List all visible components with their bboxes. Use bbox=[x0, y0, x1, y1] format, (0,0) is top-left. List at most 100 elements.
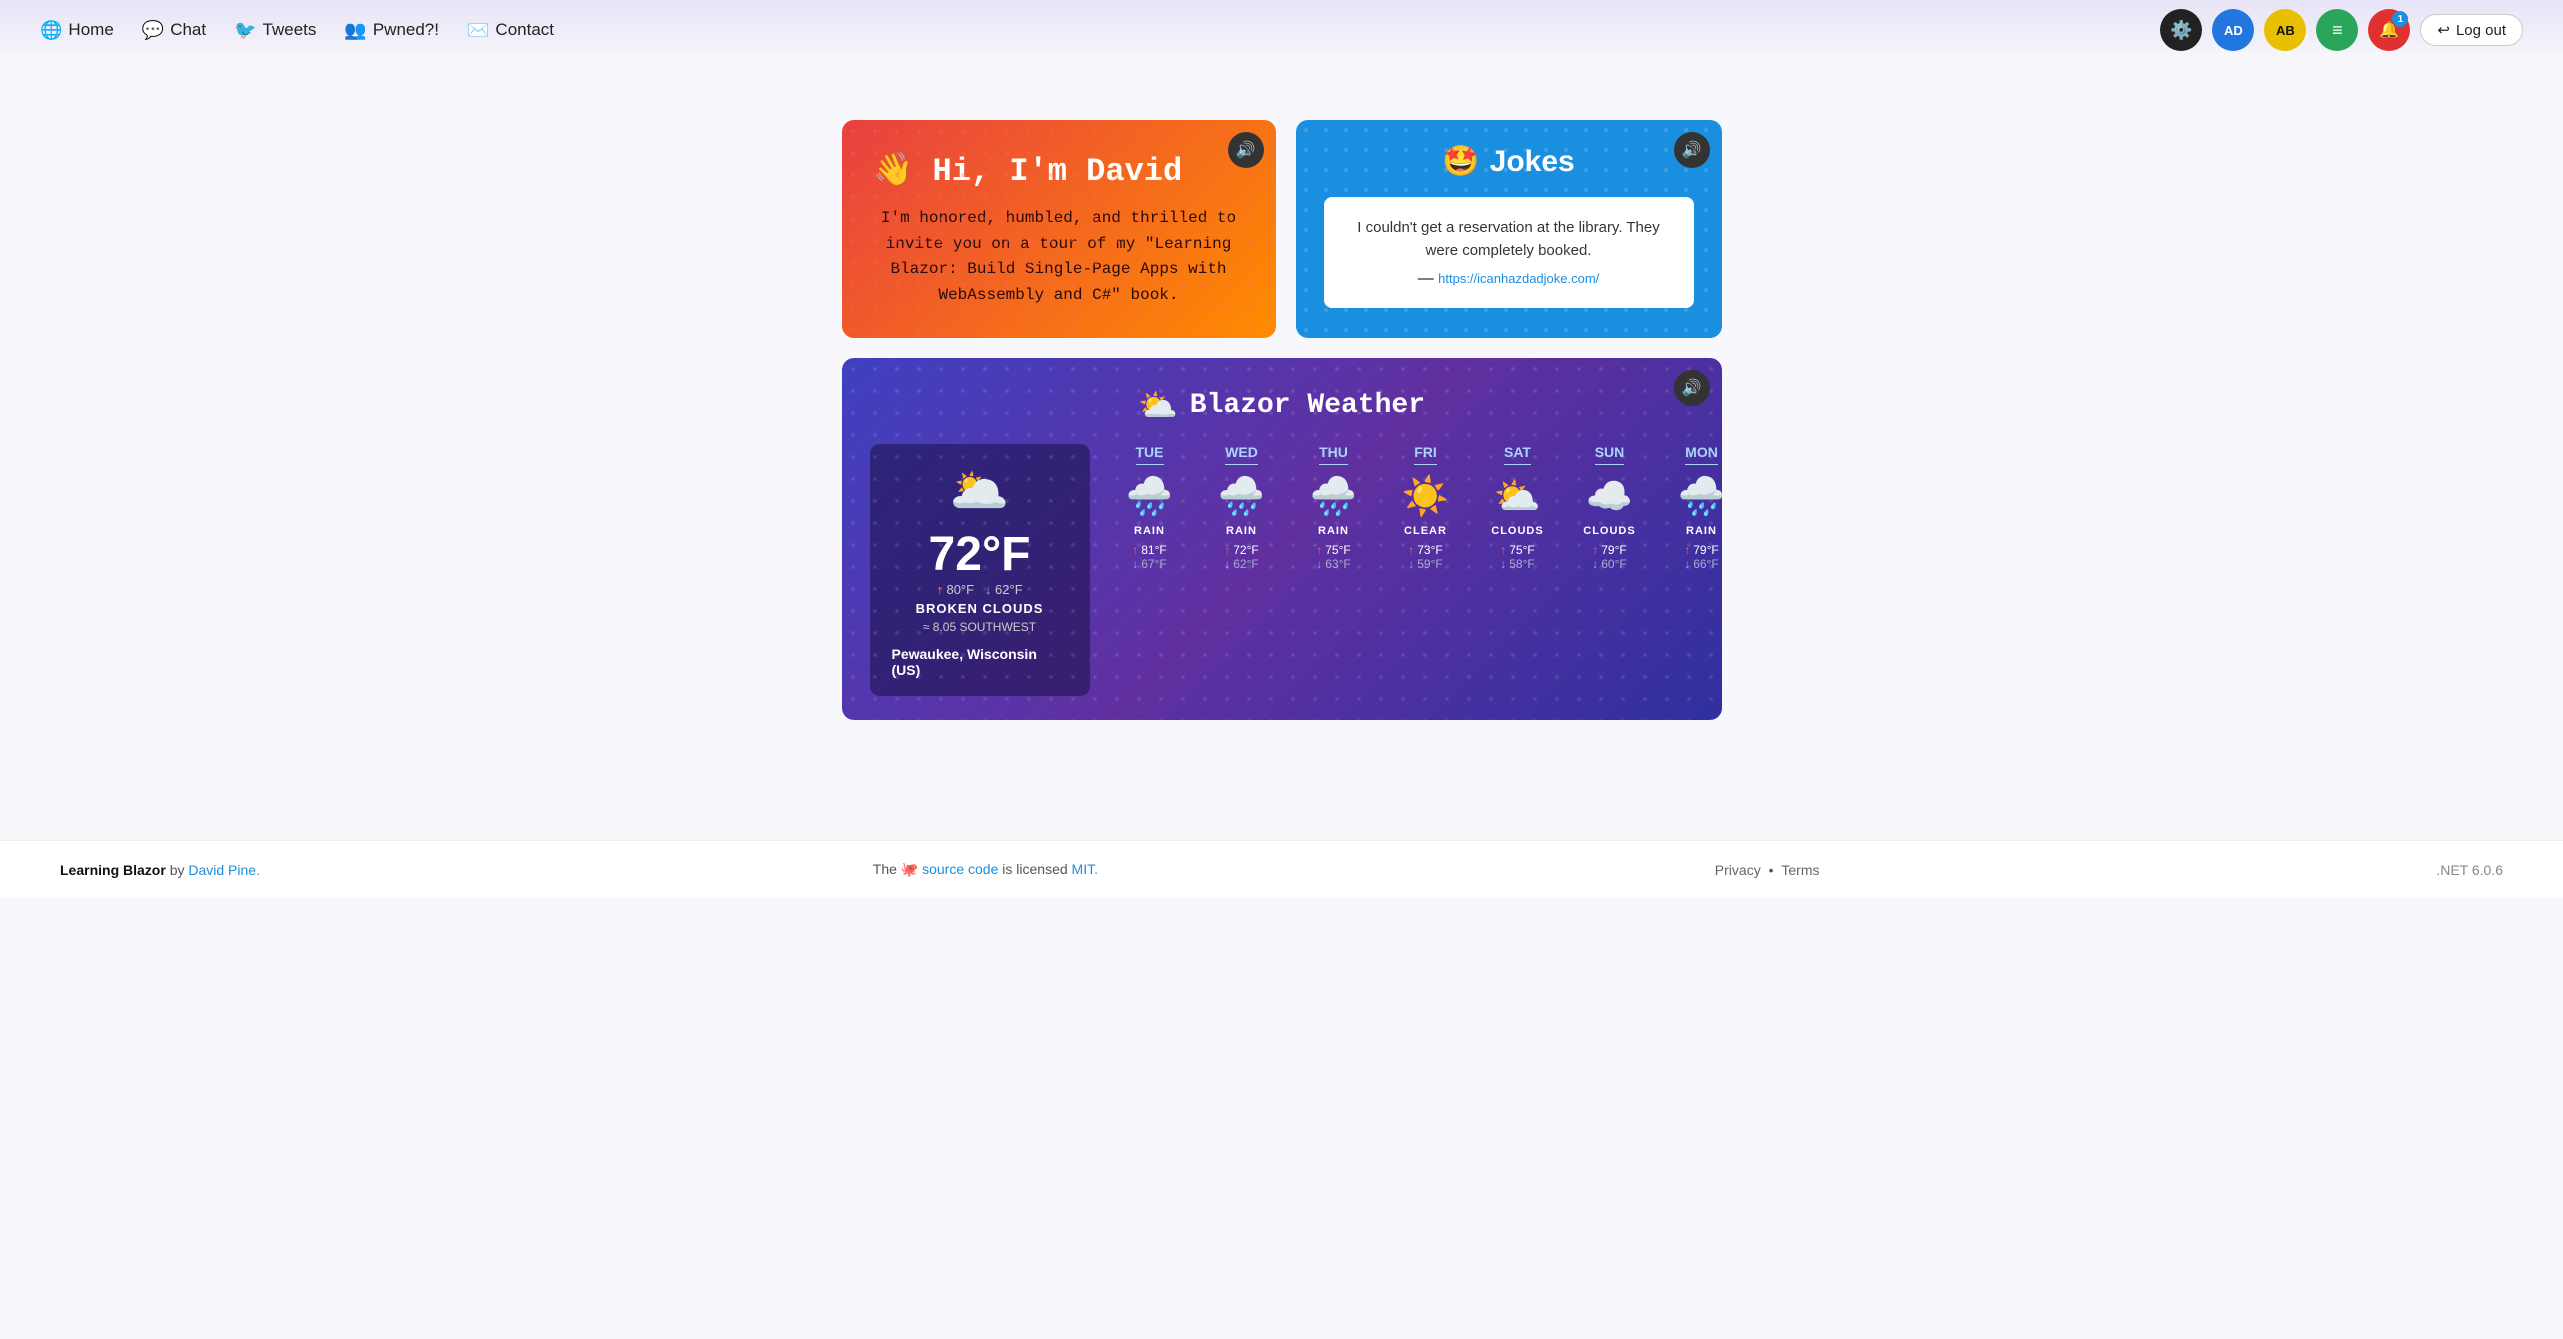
high-value: 72°F bbox=[1233, 543, 1258, 557]
ad-button[interactable]: AD bbox=[2212, 9, 2254, 51]
ab-test-button[interactable]: AB bbox=[2264, 9, 2306, 51]
forecast-temps: ↑ 72°F ↓ 62°F bbox=[1224, 543, 1258, 571]
forecast-icon: 🌧️ bbox=[1678, 475, 1725, 519]
list-button[interactable]: ≡ bbox=[2316, 9, 2358, 51]
weather-title: Blazor Weather bbox=[1190, 390, 1425, 421]
footer-source-text: The bbox=[873, 861, 897, 877]
low-value: 59°F bbox=[1417, 557, 1442, 571]
high-value: 81°F bbox=[1141, 543, 1166, 557]
nav-pwned-label: Pwned?! bbox=[373, 20, 439, 40]
forecast-high: ↑ 79°F bbox=[1592, 543, 1626, 557]
forecast-temps: ↑ 79°F ↓ 66°F bbox=[1684, 543, 1718, 571]
high-arrow: ↑ bbox=[1500, 543, 1506, 557]
weather-sound-button[interactable]: 🔊 bbox=[1674, 370, 1710, 406]
current-range: ↑ 80°F ↓ 62°F bbox=[936, 582, 1022, 597]
high-arrow: ↑ bbox=[1684, 543, 1690, 557]
forecast-day-name[interactable]: TUE bbox=[1136, 444, 1164, 465]
forecast-condition: RAIN bbox=[1134, 525, 1165, 537]
low-value: 60°F bbox=[1601, 557, 1626, 571]
forecast-day-name[interactable]: WED bbox=[1225, 444, 1258, 465]
settings-button[interactable]: ⚙️ bbox=[2160, 9, 2202, 51]
low-arrow: ↓ bbox=[1500, 557, 1506, 571]
nav-tweets[interactable]: 🐦 Tweets bbox=[234, 20, 316, 41]
current-high: 80°F bbox=[946, 582, 974, 597]
hi-card-title: 👋 Hi, I'm David bbox=[874, 150, 1244, 190]
low-arrow: ↓ bbox=[1408, 557, 1414, 571]
low-arrow: ↓ bbox=[1684, 557, 1690, 571]
forecast-condition: CLOUDS bbox=[1583, 525, 1635, 537]
hi-sound-button[interactable]: 🔊 bbox=[1228, 132, 1264, 168]
header: 🌐 Home 💬 Chat 🐦 Tweets 👥 Pwned?! ✉️ Cont… bbox=[0, 0, 2563, 60]
nav-pwned[interactable]: 👥 Pwned?! bbox=[344, 20, 439, 41]
hi-card: 🔊 👋 Hi, I'm David I'm honored, humbled, … bbox=[842, 120, 1276, 338]
header-actions: ⚙️ AD AB ≡ 🔔 1 ↩ Log out bbox=[2160, 9, 2523, 51]
high-value: 73°F bbox=[1417, 543, 1442, 557]
forecast-day-name[interactable]: THU bbox=[1319, 444, 1348, 465]
footer: Learning Blazor by David Pine. The 🐙 sou… bbox=[0, 840, 2563, 898]
main-nav: 🌐 Home 💬 Chat 🐦 Tweets 👥 Pwned?! ✉️ Cont… bbox=[40, 20, 554, 41]
joke-link[interactable]: https://icanhazdadjoke.com/ bbox=[1438, 271, 1599, 286]
forecast-day: SUN ☁️ CLOUDS ↑ 79°F ↓ 60°F bbox=[1570, 444, 1650, 571]
high-arrow: ↑ bbox=[1592, 543, 1598, 557]
notifications-button[interactable]: 🔔 1 bbox=[2368, 9, 2410, 51]
weather-emoji: ⛅ bbox=[1138, 386, 1178, 424]
footer-license-link[interactable]: MIT. bbox=[1072, 861, 1098, 877]
footer-version: .NET 6.0.6 bbox=[2436, 862, 2503, 878]
forecast-high: ↑ 79°F bbox=[1684, 543, 1718, 557]
footer-terms-link[interactable]: Terms bbox=[1781, 862, 1819, 878]
forecast-day-name[interactable]: SAT bbox=[1504, 444, 1531, 465]
forecast-icon: ☀️ bbox=[1402, 475, 1449, 519]
forecast-high: ↑ 73°F bbox=[1408, 543, 1442, 557]
forecast-high: ↑ 72°F bbox=[1224, 543, 1258, 557]
jokes-emoji: 🤩 bbox=[1442, 144, 1479, 179]
forecast-low: ↓ 67°F bbox=[1132, 557, 1166, 571]
forecast-day-name[interactable]: MON bbox=[1685, 444, 1718, 465]
high-value: 75°F bbox=[1325, 543, 1350, 557]
forecast-low: ↓ 63°F bbox=[1316, 557, 1350, 571]
nav-home[interactable]: 🌐 Home bbox=[40, 20, 114, 41]
forecast-condition: RAIN bbox=[1686, 525, 1717, 537]
forecast-condition: CLOUDS bbox=[1491, 525, 1543, 537]
footer-brand: Learning Blazor bbox=[60, 862, 166, 878]
forecast-temps: ↑ 73°F ↓ 59°F bbox=[1408, 543, 1442, 571]
nav-contact[interactable]: ✉️ Contact bbox=[467, 20, 554, 41]
contact-icon: ✉️ bbox=[467, 20, 489, 41]
logout-label: Log out bbox=[2456, 22, 2506, 39]
low-value: 58°F bbox=[1509, 557, 1534, 571]
forecast-high: ↑ 75°F bbox=[1500, 543, 1534, 557]
forecast-day: MON 🌧️ RAIN ↑ 79°F ↓ 66°F bbox=[1662, 444, 1742, 571]
footer-source-link[interactable]: source code bbox=[922, 861, 998, 877]
chat-icon: 💬 bbox=[142, 20, 164, 41]
low-arrow: ↓ bbox=[1132, 557, 1138, 571]
low-arrow: ↓ bbox=[1592, 557, 1598, 571]
jokes-title-text: Jokes bbox=[1490, 145, 1575, 179]
home-icon: 🌐 bbox=[40, 20, 62, 41]
forecast-day-name[interactable]: SUN bbox=[1595, 444, 1625, 465]
forecast-icon: 🌧️ bbox=[1126, 475, 1173, 519]
nav-chat[interactable]: 💬 Chat bbox=[142, 20, 206, 41]
high-value: 79°F bbox=[1601, 543, 1626, 557]
weather-card: 🔊 ⛅ Blazor Weather 🌥️ 72°F ↑ 80°F ↓ 62°F… bbox=[842, 358, 1722, 720]
hi-card-text: I'm honored, humbled, and thrilled to in… bbox=[874, 206, 1244, 308]
nav-tweets-label: Tweets bbox=[263, 20, 317, 40]
low-arrow: ↓ bbox=[1224, 557, 1230, 571]
footer-links: Privacy • Terms bbox=[1711, 862, 1824, 878]
forecast-condition: RAIN bbox=[1318, 525, 1349, 537]
low-value: 67°F bbox=[1141, 557, 1166, 571]
footer-brand-section: Learning Blazor by David Pine. bbox=[60, 862, 260, 878]
forecast-day: THU 🌧️ RAIN ↑ 75°F ↓ 63°F bbox=[1294, 444, 1374, 571]
high-value: 79°F bbox=[1693, 543, 1718, 557]
weather-body: 🌥️ 72°F ↑ 80°F ↓ 62°F BROKEN CLOUDS ≈ 8.… bbox=[870, 444, 1694, 696]
forecast-icon: ☁️ bbox=[1586, 475, 1633, 519]
forecast-day-name[interactable]: FRI bbox=[1414, 444, 1437, 465]
low-arrow: ↓ bbox=[1316, 557, 1322, 571]
footer-privacy-link[interactable]: Privacy bbox=[1715, 862, 1761, 878]
logout-icon: ↩ bbox=[2437, 21, 2450, 39]
forecast-temps: ↑ 75°F ↓ 63°F bbox=[1316, 543, 1350, 571]
footer-by: by bbox=[170, 862, 189, 878]
current-description: BROKEN CLOUDS bbox=[916, 601, 1044, 616]
logout-button[interactable]: ↩ Log out bbox=[2420, 14, 2523, 46]
footer-author-link[interactable]: David Pine. bbox=[188, 862, 260, 878]
main-content: 🔊 👋 Hi, I'm David I'm honored, humbled, … bbox=[822, 60, 1742, 760]
jokes-sound-button[interactable]: 🔊 bbox=[1674, 132, 1710, 168]
